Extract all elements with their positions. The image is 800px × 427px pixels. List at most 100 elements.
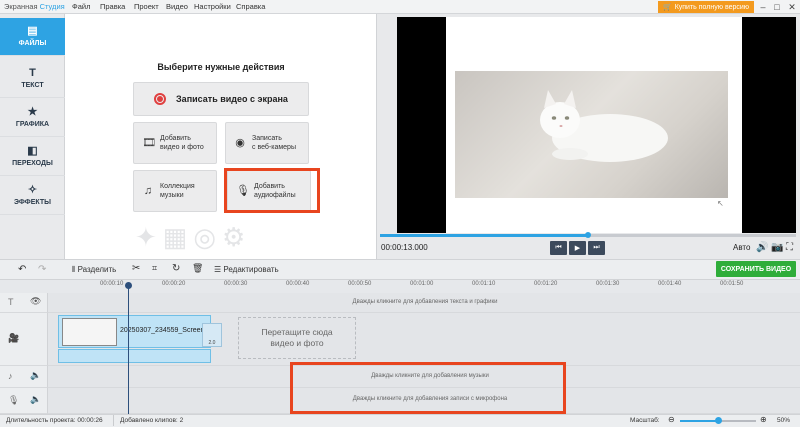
zoom-label: Масштаб: xyxy=(630,417,660,424)
sidebar-item-files[interactable]: ▤ ФАЙЛЫ xyxy=(0,18,65,56)
slide-cursor-icon: ↖ xyxy=(717,199,724,208)
playhead[interactable] xyxy=(128,284,129,414)
sidebar-item-transitions[interactable]: ◧ ПЕРЕХОДЫ xyxy=(0,138,65,176)
delete-icon[interactable]: 🗑 xyxy=(192,263,203,274)
record-label: Записать видео с экрана xyxy=(176,94,288,104)
music-collection-button[interactable]: ♫ Коллекция музыки xyxy=(133,170,217,212)
drop-zone[interactable]: Перетащите сюда видео и фото xyxy=(238,317,356,359)
webcam-label: Записать с веб-камеры xyxy=(252,135,296,151)
folder-icon: ▤ xyxy=(27,25,38,37)
sidebar-item-text[interactable]: T ТЕКСТ xyxy=(0,60,65,98)
clip-name: 20250307_234559_ScreenV xyxy=(120,327,204,334)
mic-icon: 🎙 xyxy=(8,395,20,405)
volume-icon[interactable]: 🔊 xyxy=(756,242,768,253)
menu-project[interactable]: Проект xyxy=(134,2,159,11)
ruler-tick: 00:00:30 xyxy=(224,281,248,287)
mic-track-header: 🎙 🔈 xyxy=(0,388,48,414)
menu-edit[interactable]: Правка xyxy=(100,2,125,11)
add-video-label: Добавить видео и фото xyxy=(160,135,204,151)
maximize-icon[interactable]: □ xyxy=(770,1,784,13)
snapshot-icon[interactable]: 📷 xyxy=(771,242,783,253)
cart-icon: 🛒 xyxy=(662,4,672,11)
zoom-out-icon[interactable]: ⊖ xyxy=(668,415,675,424)
ruler-tick: 00:01:50 xyxy=(720,281,744,287)
ruler-tick: 00:01:00 xyxy=(410,281,434,287)
brand-part-2: Студия xyxy=(39,2,65,11)
menu-settings[interactable]: Настройки xyxy=(194,2,231,11)
ruler-tick: 00:01:20 xyxy=(534,281,558,287)
sidebar-item-label: ФАЙЛЫ xyxy=(18,40,47,47)
record-webcam-button[interactable]: ◉ Записать с веб-камеры xyxy=(225,122,309,164)
current-time: 00:00:13.000 xyxy=(381,243,428,252)
music-volume-icon[interactable]: 🔈 xyxy=(30,370,41,381)
ruler-tick: 00:00:50 xyxy=(348,281,372,287)
fullscreen-icon[interactable]: ⛶ xyxy=(786,242,793,253)
project-duration: Длительность проекта: 00:00:26 xyxy=(6,417,103,424)
sidebar-item-graphics[interactable]: ★ ГРАФИКА xyxy=(0,99,65,137)
menu-video[interactable]: Видео xyxy=(166,2,188,11)
play-icon[interactable]: ▶ xyxy=(569,241,586,255)
quality-selector[interactable]: Авто xyxy=(733,243,750,252)
save-video-button[interactable]: СОХРАНИТЬ ВИДЕО xyxy=(716,261,796,277)
seek-bar-fill xyxy=(380,234,588,237)
text-track-hint: Дважды кликните для добавления текста и … xyxy=(352,299,498,305)
star-icon: ★ xyxy=(27,106,38,118)
split-button[interactable]: ⫴ Разделить xyxy=(72,265,116,275)
ruler-tick: 00:01:10 xyxy=(472,281,496,287)
record-screen-button[interactable]: Записать видео с экрана xyxy=(133,82,309,116)
transition-duration: 2.0 xyxy=(208,340,216,346)
crop-icon[interactable]: ⌗ xyxy=(152,263,157,274)
edit-toolbar xyxy=(0,259,800,280)
playhead-handle[interactable] xyxy=(125,282,132,289)
buy-full-version-button[interactable]: 🛒 Купить полную версию xyxy=(658,1,754,13)
add-video-photo-button[interactable]: 🎞 Добавить видео и фото xyxy=(133,122,217,164)
actions-panel: Выберите нужные действия Записать видео … xyxy=(65,14,377,259)
music-track-header: ♪ 🔈 xyxy=(0,366,48,388)
rotate-icon[interactable]: ↻ xyxy=(172,263,180,274)
menu-file[interactable]: Файл xyxy=(72,2,90,11)
minimize-icon[interactable]: – xyxy=(756,1,770,13)
status-divider xyxy=(113,415,114,426)
webcam-icon: ◉ xyxy=(235,136,245,149)
transition-icon[interactable]: 2.0 xyxy=(202,323,222,347)
video-track-header: 🎥 xyxy=(0,313,48,366)
sidebar-item-label: ЭФФЕКТЫ xyxy=(14,199,51,206)
ruler-tick: 00:01:30 xyxy=(596,281,620,287)
highlight-box-audio-tracks xyxy=(290,362,566,414)
cut-icon[interactable]: ✂ xyxy=(132,263,140,274)
clip-audio-strip[interactable] xyxy=(58,349,211,363)
ruler-tick: 00:00:10 xyxy=(100,281,124,287)
sidebar-item-label: ТЕКСТ xyxy=(21,82,44,89)
panel-title: Выберите нужные действия xyxy=(157,62,285,72)
text-track-header: T 👁 xyxy=(0,293,48,313)
ruler-tick: 00:00:20 xyxy=(162,281,186,287)
menu-help[interactable]: Справка xyxy=(236,2,265,11)
sidebar-item-label: ПЕРЕХОДЫ xyxy=(12,160,53,167)
buy-label: Купить полную версию xyxy=(674,3,750,11)
mic-volume-icon[interactable]: 🔈 xyxy=(30,394,41,405)
skip-back-icon[interactable]: ⏮ xyxy=(550,241,567,255)
clip-thumbnail xyxy=(62,318,117,346)
sliders-icon: ☰ xyxy=(214,265,222,274)
zoom-value: 50% xyxy=(777,417,791,424)
split-icon: ⫴ xyxy=(72,265,76,274)
undo-icon[interactable]: ↶ xyxy=(18,264,26,275)
sidebar-item-effects[interactable]: ✧ ЭФФЕКТЫ xyxy=(0,177,65,215)
visibility-eye-icon[interactable]: 👁 xyxy=(30,296,41,307)
edit-label: Редактировать xyxy=(223,265,279,274)
seek-bar-handle[interactable] xyxy=(585,232,591,238)
close-icon[interactable]: ✕ xyxy=(785,1,799,13)
video-track-icon: 🎥 xyxy=(8,333,20,343)
ruler-tick: 00:01:40 xyxy=(658,281,682,287)
skip-forward-icon[interactable]: ⏭ xyxy=(588,241,605,255)
record-icon xyxy=(154,93,167,105)
music-note-icon: ♪ xyxy=(8,371,13,381)
edit-button[interactable]: ☰ Редактировать xyxy=(214,265,279,274)
sidebar: ▤ ФАЙЛЫ T ТЕКСТ ★ ГРАФИКА ◧ ПЕРЕХОДЫ ✧ ЭФФЕКТ… xyxy=(0,14,65,259)
text-icon: T xyxy=(29,67,36,79)
zoom-slider-handle[interactable] xyxy=(715,417,722,424)
redo-icon[interactable]: ↷ xyxy=(38,264,46,275)
zoom-in-icon[interactable]: ⊕ xyxy=(760,415,767,424)
magic-wand-icon: ✧ xyxy=(27,184,38,196)
sidebar-item-label: ГРАФИКА xyxy=(15,121,50,128)
